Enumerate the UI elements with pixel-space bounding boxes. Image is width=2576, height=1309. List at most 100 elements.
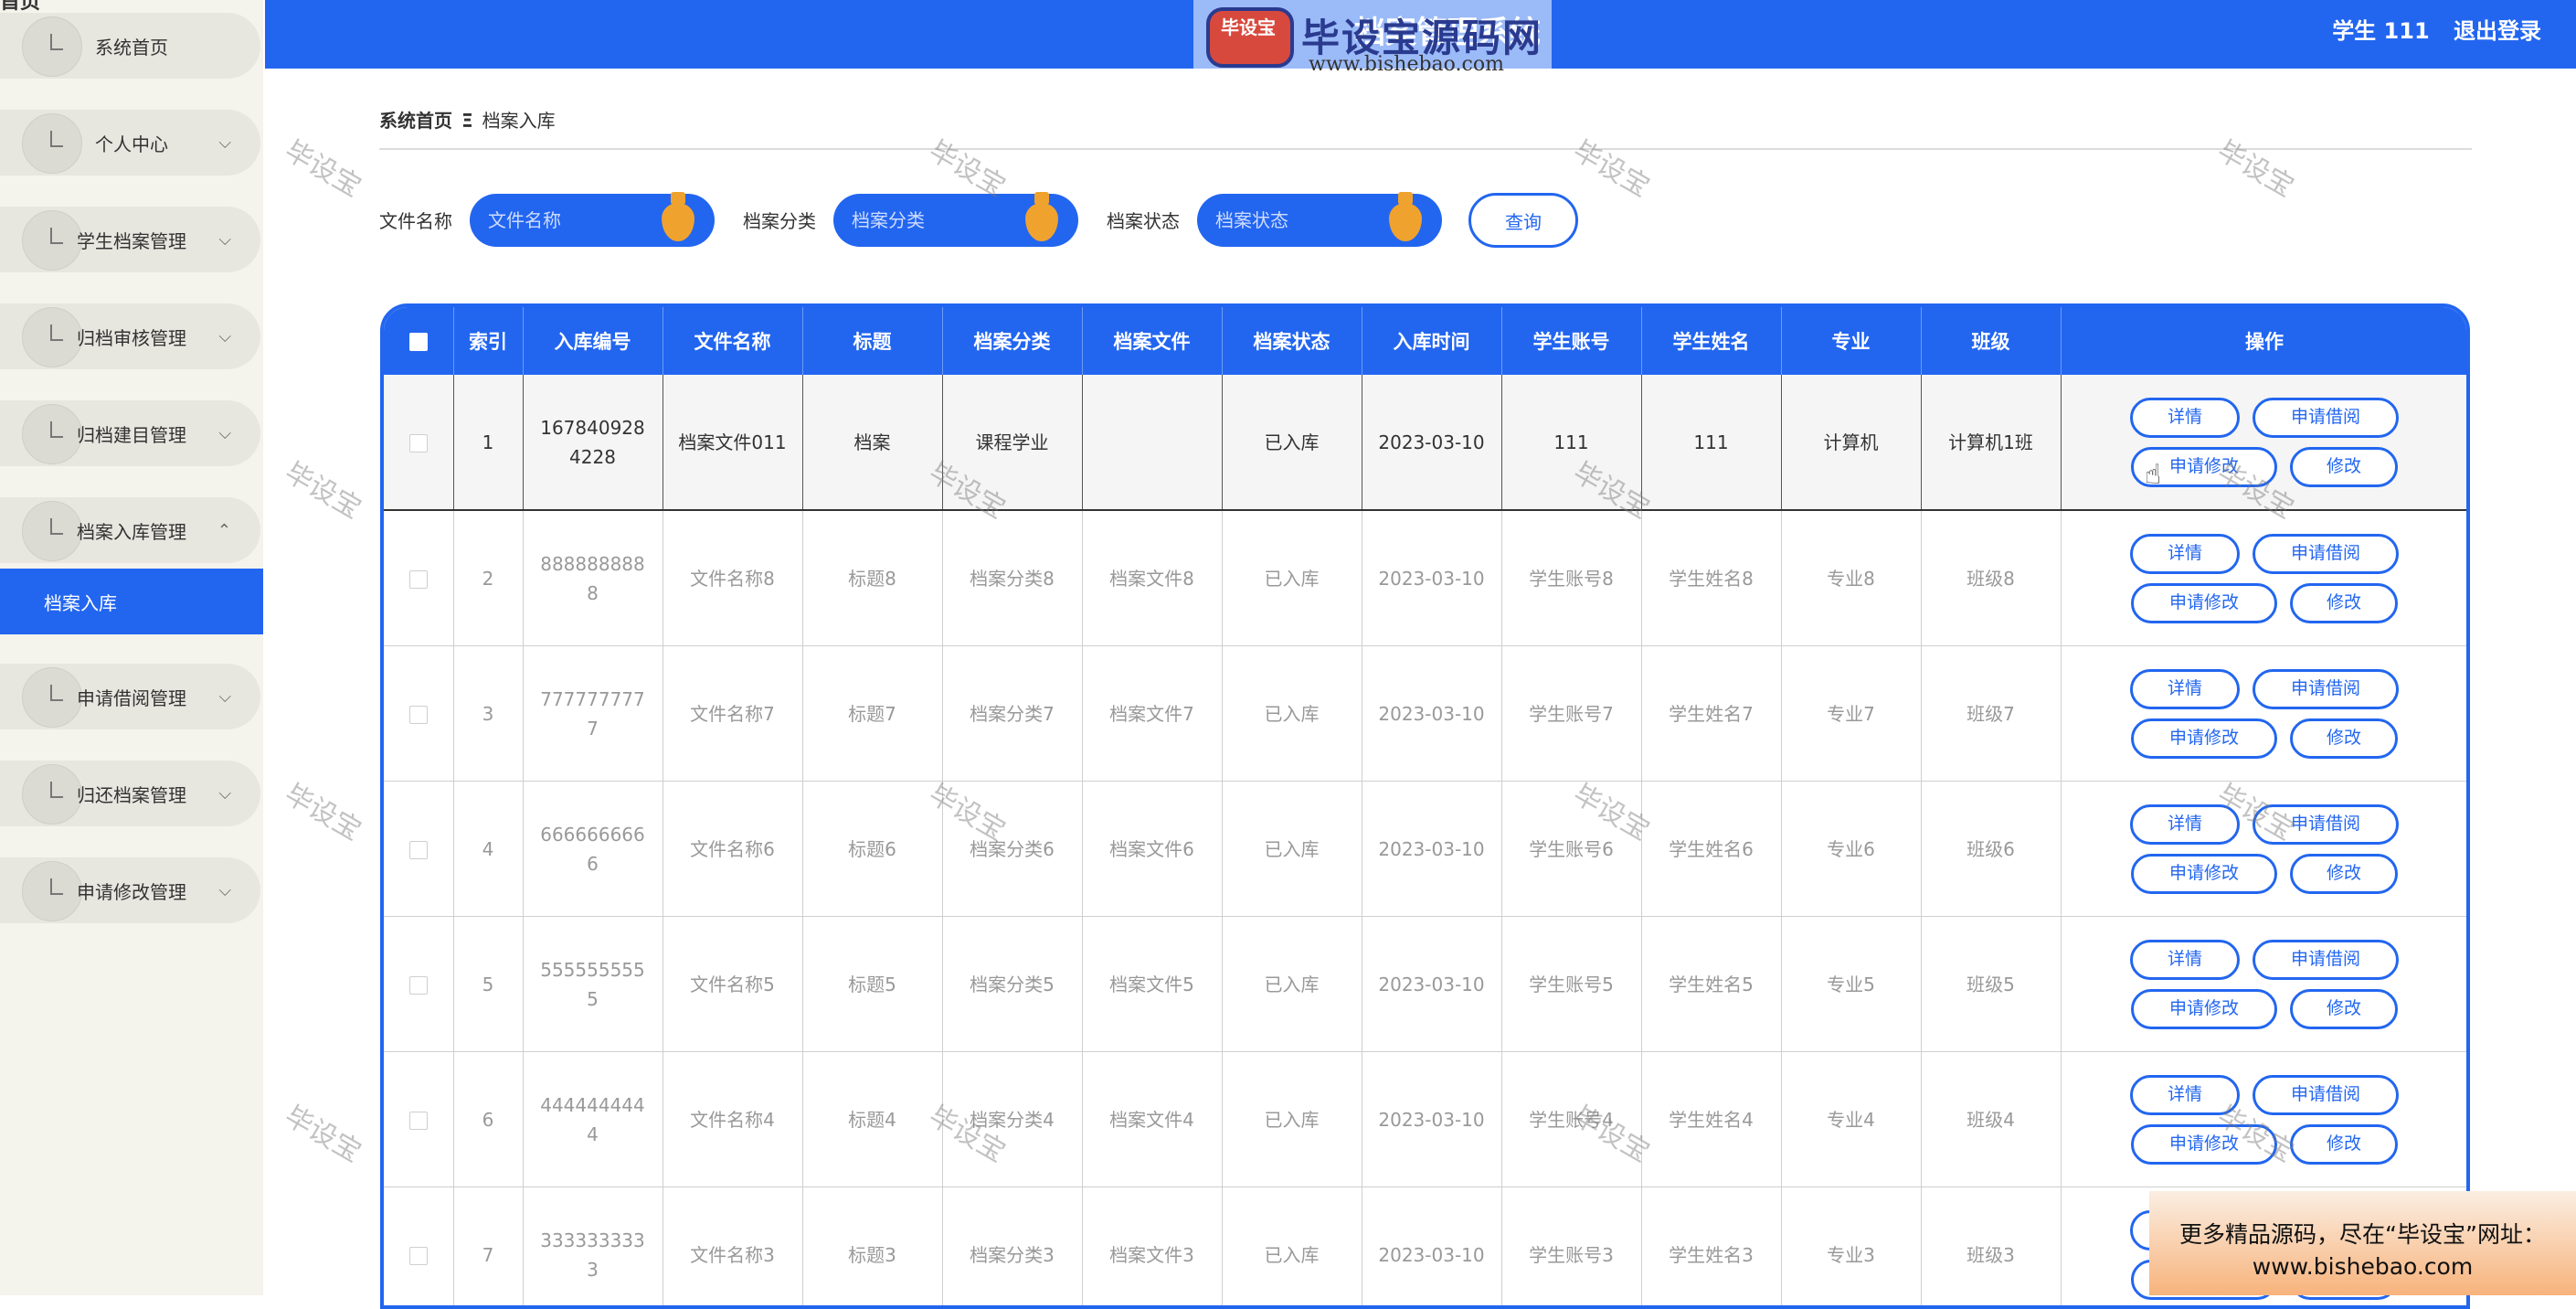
watermark-text: 毕设宝 bbox=[279, 772, 370, 847]
column-header: 专业 bbox=[1781, 307, 1921, 375]
table-cell: 学生姓名6 bbox=[1641, 782, 1781, 917]
edit-button[interactable]: 修改 bbox=[2290, 718, 2398, 759]
query-button[interactable]: 查询 bbox=[1468, 193, 1578, 248]
row-select-cell[interactable] bbox=[384, 1187, 453, 1309]
logout-link[interactable]: 退出登录 bbox=[2454, 18, 2541, 44]
table-cell: 班级5 bbox=[1921, 917, 2061, 1052]
table-cell: 学生账号6 bbox=[1501, 782, 1641, 917]
table-cell: 2023-03-10 bbox=[1362, 1187, 1501, 1309]
detail-button[interactable]: 详情 bbox=[2130, 398, 2240, 438]
sidebar-item-personal-center[interactable]: 个人中心 ⌵ bbox=[0, 110, 260, 176]
sidebar: 首页 系统首页 个人中心 ⌵ 学生档案管理 ⌵ 归档审核管理 ⌵ 归档建目管理 … bbox=[0, 0, 263, 1295]
edit-button[interactable]: 修改 bbox=[2290, 447, 2398, 487]
table-cell: 计算机 bbox=[1781, 375, 1921, 510]
apply-borrow-button[interactable]: 申请借阅 bbox=[2253, 669, 2399, 709]
sidebar-item-archive-storage[interactable]: 档案入库管理 ⌃ bbox=[0, 497, 260, 563]
mouse-cursor-icon: ☝ bbox=[2145, 459, 2161, 491]
table-cell: 班级6 bbox=[1921, 782, 2061, 917]
select-all-header[interactable] bbox=[384, 307, 453, 375]
row-checkbox[interactable] bbox=[409, 841, 428, 859]
table-cell: 2023-03-10 bbox=[1362, 646, 1501, 782]
table-cell: 文件名称4 bbox=[663, 1052, 802, 1187]
apply-modify-button[interactable]: 申请修改 bbox=[2131, 989, 2277, 1029]
search-label-status: 档案状态 bbox=[1107, 207, 1180, 233]
table-cell: 111 bbox=[1501, 375, 1641, 510]
sidebar-item-home[interactable]: 系统首页 bbox=[0, 13, 260, 79]
detail-button[interactable]: 详情 bbox=[2130, 940, 2240, 980]
table-cell: 已入库 bbox=[1222, 1187, 1362, 1309]
table-cell: 标题3 bbox=[802, 1187, 942, 1309]
logo-url: www.bishebao.com bbox=[1309, 53, 1504, 76]
apply-borrow-button[interactable]: 申请借阅 bbox=[2253, 398, 2399, 438]
sidebar-item-student-archive[interactable]: 学生档案管理 ⌵ bbox=[0, 207, 260, 272]
row-select-cell[interactable] bbox=[384, 1052, 453, 1187]
promo-line-2: www.bishebao.com bbox=[2149, 1250, 2576, 1282]
apply-modify-button[interactable]: 申请修改 bbox=[2131, 718, 2277, 759]
row-checkbox[interactable] bbox=[409, 1112, 428, 1130]
table-cell: 学生账号4 bbox=[1501, 1052, 1641, 1187]
apply-borrow-button[interactable]: 申请借阅 bbox=[2253, 804, 2399, 845]
row-checkbox[interactable] bbox=[409, 976, 428, 995]
table-cell: 已入库 bbox=[1222, 375, 1362, 510]
column-header: 索引 bbox=[453, 307, 523, 375]
chevron-down-icon: ⌵ bbox=[218, 133, 231, 153]
row-select-cell[interactable] bbox=[384, 510, 453, 646]
detail-button[interactable]: 详情 bbox=[2130, 804, 2240, 845]
apply-borrow-button[interactable]: 申请借阅 bbox=[2253, 534, 2399, 574]
breadcrumb-divider bbox=[379, 148, 2472, 150]
table-cell: 标题5 bbox=[802, 917, 942, 1052]
table-cell: 学生账号7 bbox=[1501, 646, 1641, 782]
table-cell: 2023-03-10 bbox=[1362, 510, 1501, 646]
edit-button[interactable]: 修改 bbox=[2290, 583, 2398, 623]
row-checkbox[interactable] bbox=[409, 706, 428, 724]
table-cell: 班级8 bbox=[1921, 510, 2061, 646]
select-all-checkbox[interactable] bbox=[409, 333, 428, 351]
edit-button[interactable]: 修改 bbox=[2290, 989, 2398, 1029]
watermark-text: 毕设宝 bbox=[279, 450, 370, 526]
table-cell: 2 bbox=[453, 510, 523, 646]
row-checkbox[interactable] bbox=[409, 570, 428, 589]
row-select-cell[interactable] bbox=[384, 375, 453, 510]
apply-modify-button[interactable]: 申请修改 bbox=[2131, 854, 2277, 894]
table-cell: 学生姓名3 bbox=[1641, 1187, 1781, 1309]
table-row: 28888888888文件名称8标题8档案分类8档案文件8已入库2023-03-… bbox=[384, 510, 2468, 646]
actions-cell: 详情申请借阅申请修改修改 bbox=[2061, 782, 2468, 917]
sidebar-item-archive-review[interactable]: 归档审核管理 ⌵ bbox=[0, 303, 260, 369]
row-select-cell[interactable] bbox=[384, 782, 453, 917]
actions-cell: 详情申请借阅申请修改修改 bbox=[2061, 375, 2468, 510]
sidebar-item-modify[interactable]: 申请修改管理 ⌵ bbox=[0, 857, 260, 923]
apply-modify-button[interactable]: 申请修改 bbox=[2131, 583, 2277, 623]
row-checkbox[interactable] bbox=[409, 434, 428, 452]
menu-icon bbox=[22, 501, 82, 561]
table-cell: 文件名称7 bbox=[663, 646, 802, 782]
edit-button[interactable]: 修改 bbox=[2290, 854, 2398, 894]
sidebar-subitem-archive-storage[interactable]: 档案入库 bbox=[0, 569, 263, 634]
table-cell: 已入库 bbox=[1222, 510, 1362, 646]
apply-modify-button[interactable]: 申请修改 bbox=[2131, 1124, 2277, 1165]
sidebar-item-borrow[interactable]: 申请借阅管理 ⌵ bbox=[0, 664, 260, 729]
breadcrumb-home[interactable]: 系统首页 bbox=[379, 110, 452, 132]
table-cell: 7777777777 bbox=[523, 646, 663, 782]
apply-borrow-button[interactable]: 申请借阅 bbox=[2253, 1075, 2399, 1115]
sidebar-item-return[interactable]: 归还档案管理 ⌵ bbox=[0, 761, 260, 826]
row-select-cell[interactable] bbox=[384, 646, 453, 782]
edit-button[interactable]: 修改 bbox=[2290, 1124, 2398, 1165]
user-info: 学生 111 退出登录 bbox=[2332, 13, 2541, 45]
table-cell: 档案文件3 bbox=[1082, 1187, 1222, 1309]
detail-button[interactable]: 详情 bbox=[2130, 669, 2240, 709]
row-select-cell[interactable] bbox=[384, 917, 453, 1052]
apply-borrow-button[interactable]: 申请借阅 bbox=[2253, 940, 2399, 980]
row-checkbox[interactable] bbox=[409, 1247, 428, 1265]
table-cell: 专业5 bbox=[1781, 917, 1921, 1052]
detail-button[interactable]: 详情 bbox=[2130, 1075, 2240, 1115]
breadcrumb-current: 档案入库 bbox=[482, 110, 556, 132]
sidebar-item-archive-catalog[interactable]: 归档建目管理 ⌵ bbox=[0, 400, 260, 466]
table-cell: 学生姓名7 bbox=[1641, 646, 1781, 782]
sidebar-item-label: 申请修改管理 bbox=[77, 878, 186, 904]
sidebar-item-label: 归还档案管理 bbox=[77, 781, 186, 807]
table-cell: 已入库 bbox=[1222, 1052, 1362, 1187]
promo-banner[interactable]: 更多精品源码，尽在“毕设宝”网址： www.bishebao.com bbox=[2149, 1191, 2576, 1295]
watermark-text: 毕设宝 bbox=[279, 1093, 370, 1169]
detail-button[interactable]: 详情 bbox=[2130, 534, 2240, 574]
table-cell: 2023-03-10 bbox=[1362, 782, 1501, 917]
